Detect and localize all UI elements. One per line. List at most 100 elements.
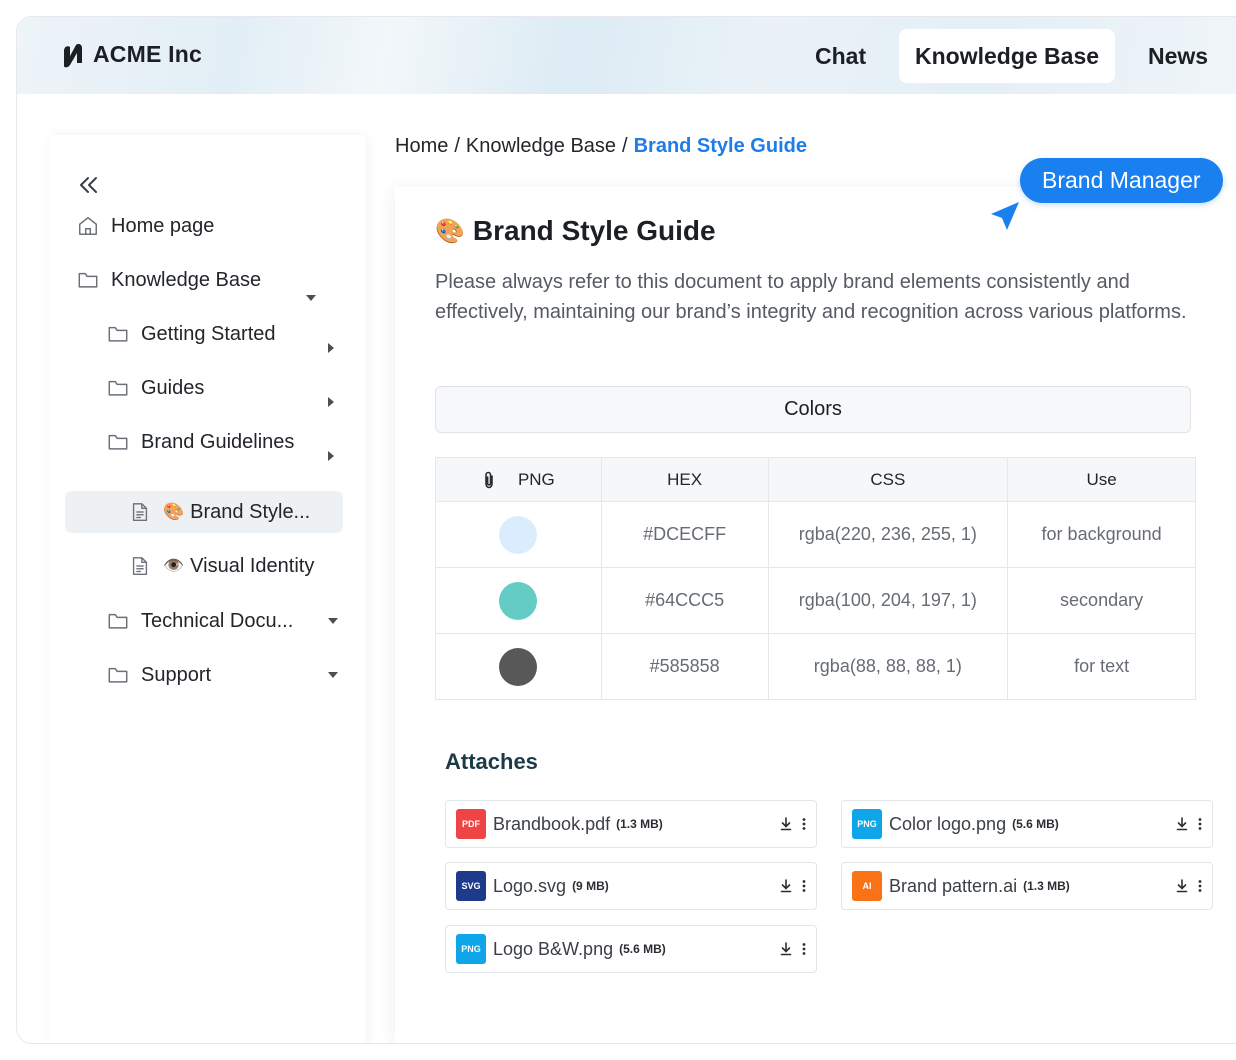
column-header-use: Use xyxy=(1007,457,1196,502)
sidebar-item-brand-style-guide[interactable]: 🎨 Brand Style... xyxy=(129,491,310,533)
sidebar-item-label: Support xyxy=(141,663,212,686)
sidebar-item-knowledge-base[interactable]: Knowledge Base xyxy=(77,259,261,301)
png-file-icon: PNG xyxy=(456,934,486,964)
attachment-item[interactable]: PNG Color logo.png (5.6 MB) xyxy=(841,800,1213,848)
nav-chat[interactable]: Chat xyxy=(799,29,882,83)
attachment-size: (1.3 MB) xyxy=(616,817,663,831)
more-vertical-icon[interactable] xyxy=(1198,817,1202,831)
use-cell: secondary xyxy=(1007,567,1196,634)
color-swatch xyxy=(499,515,538,554)
sidebar-item-home-page[interactable]: Home page xyxy=(77,205,214,247)
css-cell: rgba(88, 88, 88, 1) xyxy=(767,633,1009,700)
document-icon xyxy=(132,503,148,521)
chevron-right-icon[interactable] xyxy=(328,397,334,407)
breadcrumb-knowledge-base[interactable]: Knowledge Base xyxy=(466,135,616,157)
top-header: ACME Inc Chat Knowledge Base News xyxy=(17,17,1236,94)
color-swatch xyxy=(499,647,538,686)
sidebar-item-label: Home page xyxy=(111,214,215,237)
sidebar-item-brand-guidelines[interactable]: Brand Guidelines xyxy=(107,421,294,463)
breadcrumb-home[interactable]: Home xyxy=(395,135,448,157)
download-icon[interactable] xyxy=(1176,879,1188,893)
column-header-css: CSS xyxy=(767,457,1009,502)
document-icon xyxy=(132,557,148,575)
nav-knowledge-base[interactable]: Knowledge Base xyxy=(899,29,1116,83)
folder-icon xyxy=(108,434,128,450)
column-header-png: PNG xyxy=(435,457,602,502)
chevron-right-icon[interactable] xyxy=(328,343,334,353)
page-title: 🎨 Brand Style Guide xyxy=(435,215,716,247)
use-cell: for text xyxy=(1007,633,1196,700)
pdf-file-icon: PDF xyxy=(456,809,486,839)
column-header-hex: HEX xyxy=(600,457,769,502)
collapse-sidebar-icon[interactable] xyxy=(77,173,101,197)
attachment-name: Logo B&W.png xyxy=(493,938,614,959)
nav-news[interactable]: News xyxy=(1132,29,1224,83)
download-icon[interactable] xyxy=(780,879,792,893)
hex-cell: #DCECFF xyxy=(600,501,769,568)
table-row: #585858 rgba(88, 88, 88, 1) for text xyxy=(435,633,1196,700)
app-window: ACME Inc Chat Knowledge Base News Home p… xyxy=(16,16,1236,1044)
sidebar-item-label: Knowledge Base xyxy=(111,268,262,291)
swatch-cell xyxy=(435,567,602,634)
attachment-actions xyxy=(780,817,806,831)
attachment-name: Brandbook.pdf xyxy=(493,813,611,834)
css-cell: rgba(100, 204, 197, 1) xyxy=(767,567,1009,634)
download-icon[interactable] xyxy=(780,817,792,831)
colors-section-header[interactable]: Colors xyxy=(435,386,1191,433)
attachment-name: Logo.svg xyxy=(493,875,567,896)
sidebar: Home page Knowledge Base Getting Started… xyxy=(49,135,365,1043)
css-cell: rgba(220, 236, 255, 1) xyxy=(767,501,1009,568)
more-vertical-icon[interactable] xyxy=(802,942,806,956)
sidebar-item-technical-documentation[interactable]: Technical Docu... xyxy=(107,600,293,642)
attaches-heading: Attaches xyxy=(445,749,538,774)
sidebar-item-guides[interactable]: Guides xyxy=(107,367,204,409)
chevron-down-icon[interactable] xyxy=(328,618,338,624)
collaborator-cursor-icon xyxy=(991,202,1019,230)
attachment-item[interactable]: SVG Logo.svg (9 MB) xyxy=(445,862,817,910)
chevron-down-icon[interactable] xyxy=(328,672,338,678)
brand-logo[interactable]: ACME Inc xyxy=(61,41,202,68)
more-vertical-icon[interactable] xyxy=(802,817,806,831)
folder-icon xyxy=(108,667,128,683)
folder-icon xyxy=(78,272,98,288)
breadcrumb: Home / Knowledge Base / Brand Style Guide xyxy=(395,135,807,157)
chevron-right-icon[interactable] xyxy=(328,451,334,461)
attachment-actions xyxy=(1176,817,1202,831)
palette-emoji: 🎨 xyxy=(435,217,465,245)
sidebar-item-label: Visual Identity xyxy=(190,554,315,577)
sidebar-item-getting-started[interactable]: Getting Started xyxy=(107,313,276,355)
attachment-item[interactable]: PDF Brandbook.pdf (1.3 MB) xyxy=(445,800,817,848)
brand-name: ACME Inc xyxy=(93,41,202,67)
download-icon[interactable] xyxy=(780,942,792,956)
attachment-actions xyxy=(780,942,806,956)
sidebar-item-label: Technical Docu... xyxy=(141,609,294,632)
paperclip-icon xyxy=(485,471,493,489)
swatch-cell xyxy=(435,633,602,700)
chevron-down-icon[interactable] xyxy=(306,295,316,301)
colors-table: PNG HEX CSS Use #DCECFF rgba(220, 236, 2… xyxy=(435,457,1196,700)
download-icon[interactable] xyxy=(1176,817,1188,831)
collaborator-badge: Brand Manager xyxy=(1020,158,1223,203)
attachment-item[interactable]: AI Brand pattern.ai (1.3 MB) xyxy=(841,862,1213,910)
folder-icon xyxy=(108,380,128,396)
attachment-name: Brand pattern.ai xyxy=(889,875,1018,896)
sidebar-item-visual-identity[interactable]: 👁️ Visual Identity xyxy=(129,545,314,587)
hex-cell: #64CCC5 xyxy=(600,567,769,634)
page-title-text: Brand Style Guide xyxy=(472,215,716,246)
folder-icon xyxy=(108,613,128,629)
color-swatch xyxy=(499,581,538,620)
attachment-actions xyxy=(780,879,806,893)
svg-file-icon: SVG xyxy=(456,871,486,901)
folder-icon xyxy=(108,326,128,342)
attachment-size: (5.6 MB) xyxy=(1012,817,1059,831)
png-file-icon: PNG xyxy=(852,809,882,839)
sidebar-item-label: Brand Style... xyxy=(190,500,311,523)
use-cell: for background xyxy=(1007,501,1196,568)
attachment-item[interactable]: PNG Logo B&W.png (5.6 MB) xyxy=(445,925,817,973)
more-vertical-icon[interactable] xyxy=(802,879,806,893)
attachment-size: (1.3 MB) xyxy=(1023,879,1070,893)
eye-emoji: 👁️ xyxy=(163,556,185,575)
sidebar-item-support[interactable]: Support xyxy=(107,654,211,696)
more-vertical-icon[interactable] xyxy=(1198,879,1202,893)
page-description: Please always refer to this document to … xyxy=(435,271,1187,323)
